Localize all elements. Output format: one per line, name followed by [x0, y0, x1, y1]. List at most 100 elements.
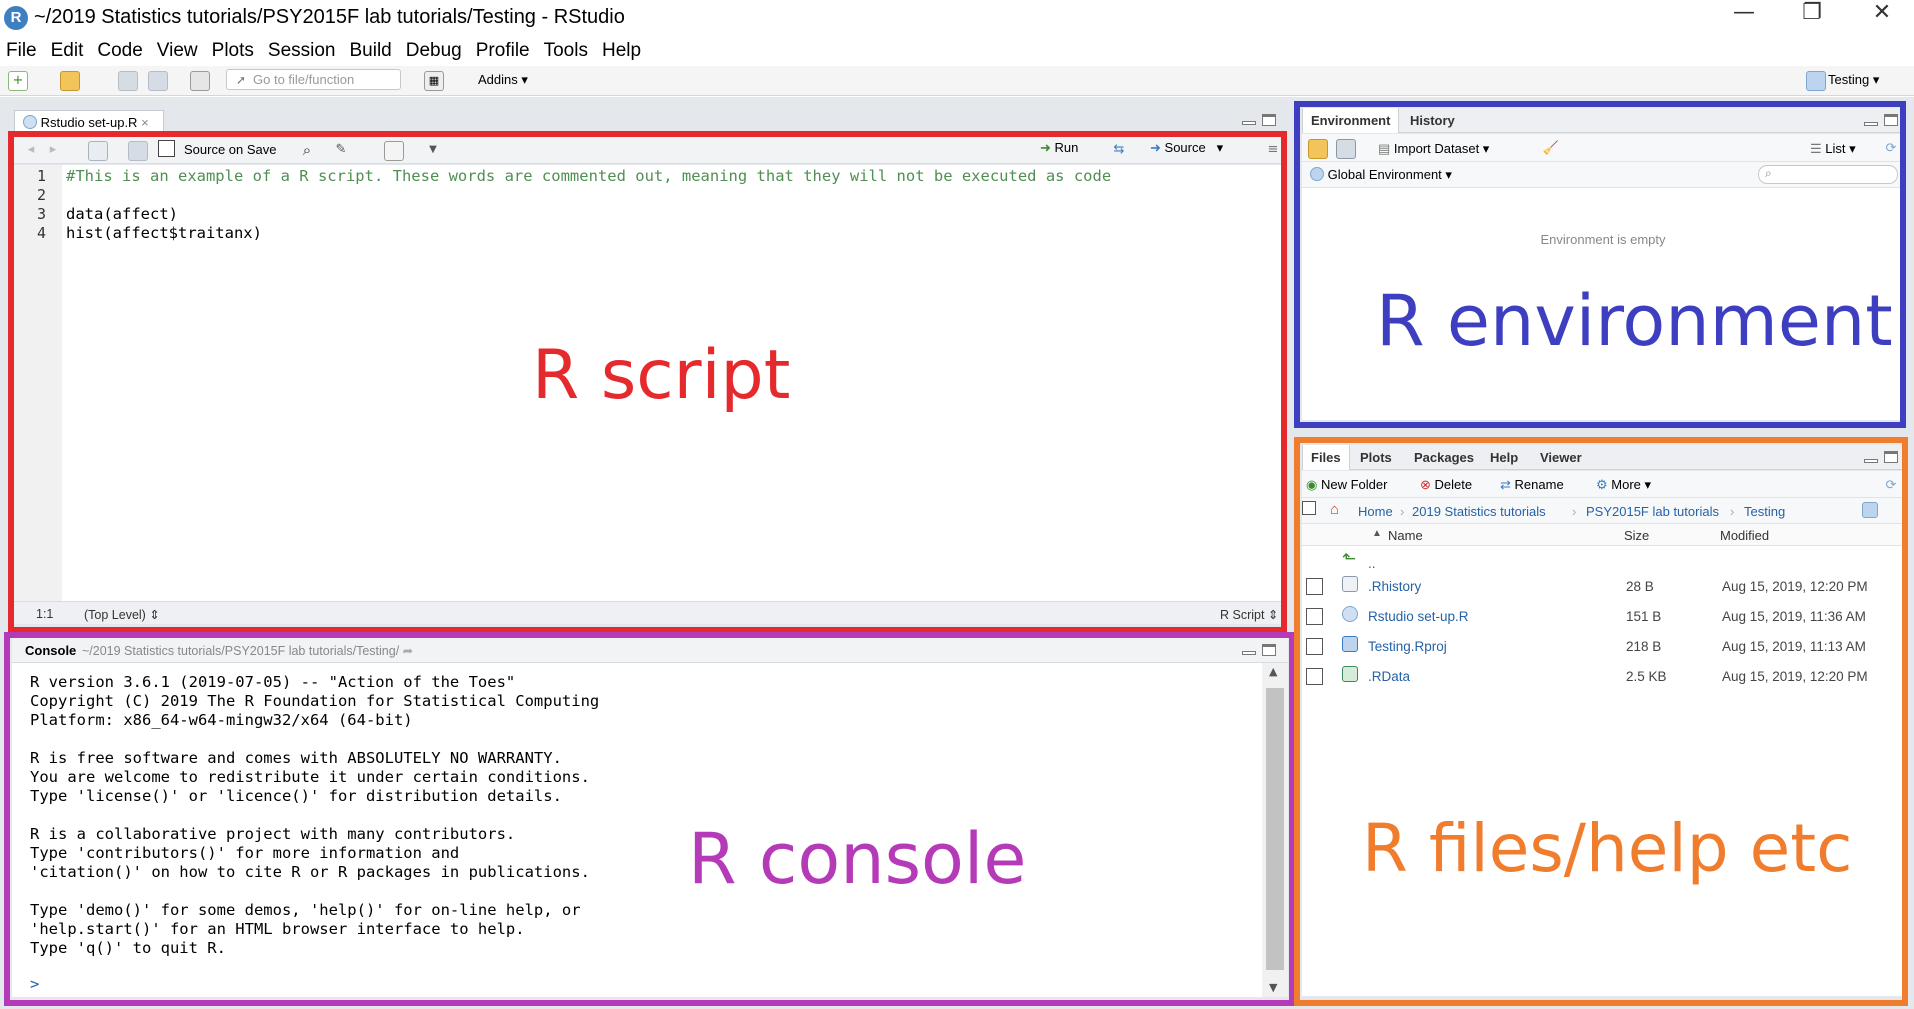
source-minimize-icon[interactable]	[1242, 121, 1256, 125]
parent-directory-link[interactable]: ..	[1368, 556, 1376, 571]
source-tab[interactable]: Rstudio set-up.R ×	[14, 110, 164, 134]
tab-plots[interactable]: Plots	[1352, 445, 1400, 470]
console-output[interactable]: R version 3.6.1 (2019-07-05) -- "Action …	[12, 663, 1262, 997]
rproj-file-icon	[1342, 636, 1358, 652]
tab-environment[interactable]: Environment	[1302, 108, 1400, 133]
tab-packages[interactable]: Packages	[1406, 445, 1482, 470]
pane-layout-icon[interactable]: ▦	[424, 71, 444, 91]
outline-icon[interactable]: ≡	[1264, 141, 1282, 159]
breadcrumb-statistics-tutorials[interactable]: 2019 Statistics tutorials	[1412, 504, 1546, 519]
menu-build[interactable]: Build	[350, 40, 392, 62]
menu-debug[interactable]: Debug	[406, 40, 462, 62]
close-tab-icon[interactable]: ×	[141, 115, 149, 130]
console-tab[interactable]: Console	[25, 643, 76, 658]
clear-workspace-broom-icon[interactable]: 🧹	[1542, 139, 1560, 157]
new-file-icon[interactable]: +	[8, 71, 28, 91]
file-type-selector[interactable]: R Script ⇕	[1220, 607, 1278, 622]
file-checkbox[interactable]	[1306, 638, 1323, 655]
compile-report-icon[interactable]	[384, 141, 404, 161]
rename-button[interactable]: ⇄ Rename	[1500, 477, 1564, 493]
new-folder-button[interactable]: ◉ New Folder	[1306, 477, 1387, 493]
env-minimize-icon[interactable]	[1864, 122, 1878, 126]
console-maximize-icon[interactable]	[1262, 644, 1276, 656]
tab-help[interactable]: Help	[1482, 445, 1526, 470]
source-button[interactable]: ➜ Source ▾	[1150, 140, 1223, 156]
save-icon[interactable]	[118, 71, 138, 91]
menu-code[interactable]: Code	[97, 40, 142, 62]
scroll-up-icon[interactable]: ▲	[1269, 665, 1277, 678]
menu-view[interactable]: View	[157, 40, 198, 62]
file-name-link[interactable]: .Rhistory	[1368, 579, 1421, 594]
open-folder-icon[interactable]	[60, 71, 80, 91]
console-scroll-thumb[interactable]	[1266, 688, 1284, 970]
print-icon[interactable]	[190, 71, 210, 91]
parent-directory-icon[interactable]: ⬑	[1342, 549, 1356, 569]
tab-history[interactable]: History	[1402, 108, 1463, 133]
minimize-button[interactable]: —	[1712, 0, 1776, 36]
select-all-checkbox[interactable]	[1302, 501, 1316, 515]
refresh-environment-icon[interactable]: ⟳	[1882, 139, 1900, 157]
console-prompt[interactable]: >	[30, 975, 39, 993]
breadcrumb-testing[interactable]: Testing	[1744, 504, 1785, 519]
files-minimize-icon[interactable]	[1864, 459, 1878, 463]
delete-button[interactable]: ⊗ Delete	[1420, 477, 1472, 493]
menu-session[interactable]: Session	[268, 40, 336, 62]
source-tab-bar	[8, 106, 1282, 132]
save-source-icon[interactable]	[128, 141, 148, 161]
save-all-icon[interactable]	[148, 71, 168, 91]
list-icon: ☰	[1810, 141, 1822, 156]
close-button[interactable]: ✕	[1850, 0, 1914, 36]
menu-edit[interactable]: Edit	[51, 40, 84, 62]
file-checkbox[interactable]	[1306, 578, 1323, 595]
show-in-window-icon[interactable]	[88, 141, 108, 161]
breadcrumb-lab-tutorials[interactable]: PSY2015F lab tutorials	[1586, 504, 1719, 519]
column-name[interactable]: Name	[1388, 528, 1423, 543]
load-workspace-icon[interactable]	[1308, 139, 1328, 159]
env-maximize-icon[interactable]	[1884, 114, 1898, 126]
menu-file[interactable]: File	[6, 40, 37, 62]
goto-file-input[interactable]: Go to file/function	[226, 69, 401, 90]
breadcrumb-home[interactable]: Home	[1358, 504, 1393, 519]
menu-tools[interactable]: Tools	[544, 40, 588, 62]
find-icon[interactable]: ⌕	[298, 141, 316, 159]
list-view-menu[interactable]: ☰ List ▾	[1810, 141, 1856, 157]
menu-plots[interactable]: Plots	[212, 40, 254, 62]
restore-button[interactable]: ❐	[1780, 0, 1844, 36]
scope-indicator[interactable]: (Top Level) ⇕	[84, 607, 160, 622]
column-size[interactable]: Size	[1624, 528, 1649, 543]
file-name-link[interactable]: Testing.Rproj	[1368, 639, 1447, 654]
file-name-link[interactable]: .RData	[1368, 669, 1410, 684]
file-checkbox[interactable]	[1306, 608, 1323, 625]
tab-files[interactable]: Files	[1302, 445, 1350, 470]
go-to-project-icon[interactable]	[1862, 502, 1878, 518]
addins-menu[interactable]: Addins ▾	[478, 72, 528, 88]
file-name-link[interactable]: Rstudio set-up.R	[1368, 609, 1469, 624]
save-workspace-icon[interactable]	[1336, 139, 1356, 159]
source-maximize-icon[interactable]	[1262, 114, 1276, 126]
code-line: data(affect)	[66, 205, 178, 223]
tab-viewer[interactable]: Viewer	[1532, 445, 1590, 470]
scroll-down-icon[interactable]: ▼	[1269, 981, 1277, 994]
rerun-icon[interactable]: ⇆	[1110, 141, 1128, 159]
menu-help[interactable]: Help	[602, 40, 641, 62]
import-dataset-menu[interactable]: ▤ Import Dataset ▾	[1378, 141, 1489, 157]
code-tools-icon[interactable]: ✎	[332, 141, 350, 159]
back-arrow-icon[interactable]: ◂	[22, 141, 40, 159]
menu-profile[interactable]: Profile	[476, 40, 530, 62]
file-checkbox[interactable]	[1306, 668, 1323, 685]
source-on-save-checkbox[interactable]	[158, 140, 175, 157]
environment-search-input[interactable]: ⌕	[1758, 165, 1898, 184]
go-to-directory-icon[interactable]: ➦	[403, 644, 413, 658]
run-button[interactable]: ➜ Run	[1040, 140, 1078, 156]
files-maximize-icon[interactable]	[1884, 451, 1898, 463]
more-menu[interactable]: ⚙ More ▾	[1596, 477, 1651, 493]
console-line: Platform: x86_64-w64-mingw32/x64 (64-bit…	[30, 711, 413, 729]
global-environment-menu[interactable]: Global Environment ▾	[1310, 167, 1452, 183]
forward-arrow-icon[interactable]: ▸	[44, 141, 62, 159]
console-minimize-icon[interactable]	[1242, 651, 1256, 655]
project-menu[interactable]: Testing ▾	[1828, 72, 1879, 88]
column-modified[interactable]: Modified	[1720, 528, 1769, 543]
refresh-files-icon[interactable]: ⟳	[1882, 476, 1900, 494]
more-options-icon[interactable]: ▼	[424, 141, 442, 159]
home-icon[interactable]: ⌂	[1330, 501, 1339, 518]
